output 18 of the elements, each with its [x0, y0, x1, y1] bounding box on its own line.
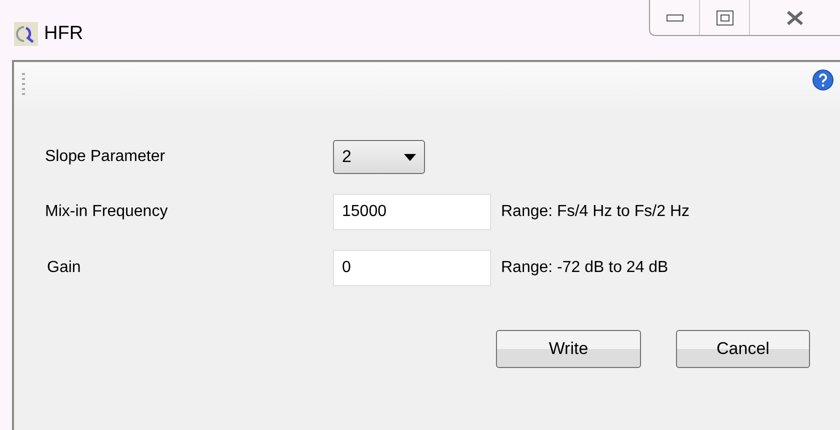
close-icon [785, 10, 805, 26]
input-field[interactable]: 15000 [333, 194, 491, 230]
slope-dropdown[interactable]: 2 [333, 140, 425, 174]
field-label: Mix-in Frequency [45, 203, 169, 221]
minimize-icon [666, 12, 684, 22]
write-button[interactable]: Write [496, 330, 641, 368]
cancel-button[interactable]: Cancel [676, 330, 810, 368]
toolbar-grip-icon[interactable] [22, 72, 25, 96]
input-field[interactable]: 0 [333, 250, 491, 286]
caret-icon [404, 154, 416, 160]
field-label: Slope Parameter [45, 148, 166, 166]
app-logo-icon [14, 22, 38, 46]
window-title: HFR [44, 23, 84, 45]
range-hint: Range: -72 dB to 24 dB [501, 259, 670, 277]
help-icon[interactable] [812, 69, 834, 91]
range-hint: Range: Fs/4 Hz to Fs/2 Hz [501, 203, 691, 221]
field-label: Gain [47, 259, 82, 277]
maximize-icon [716, 10, 734, 26]
